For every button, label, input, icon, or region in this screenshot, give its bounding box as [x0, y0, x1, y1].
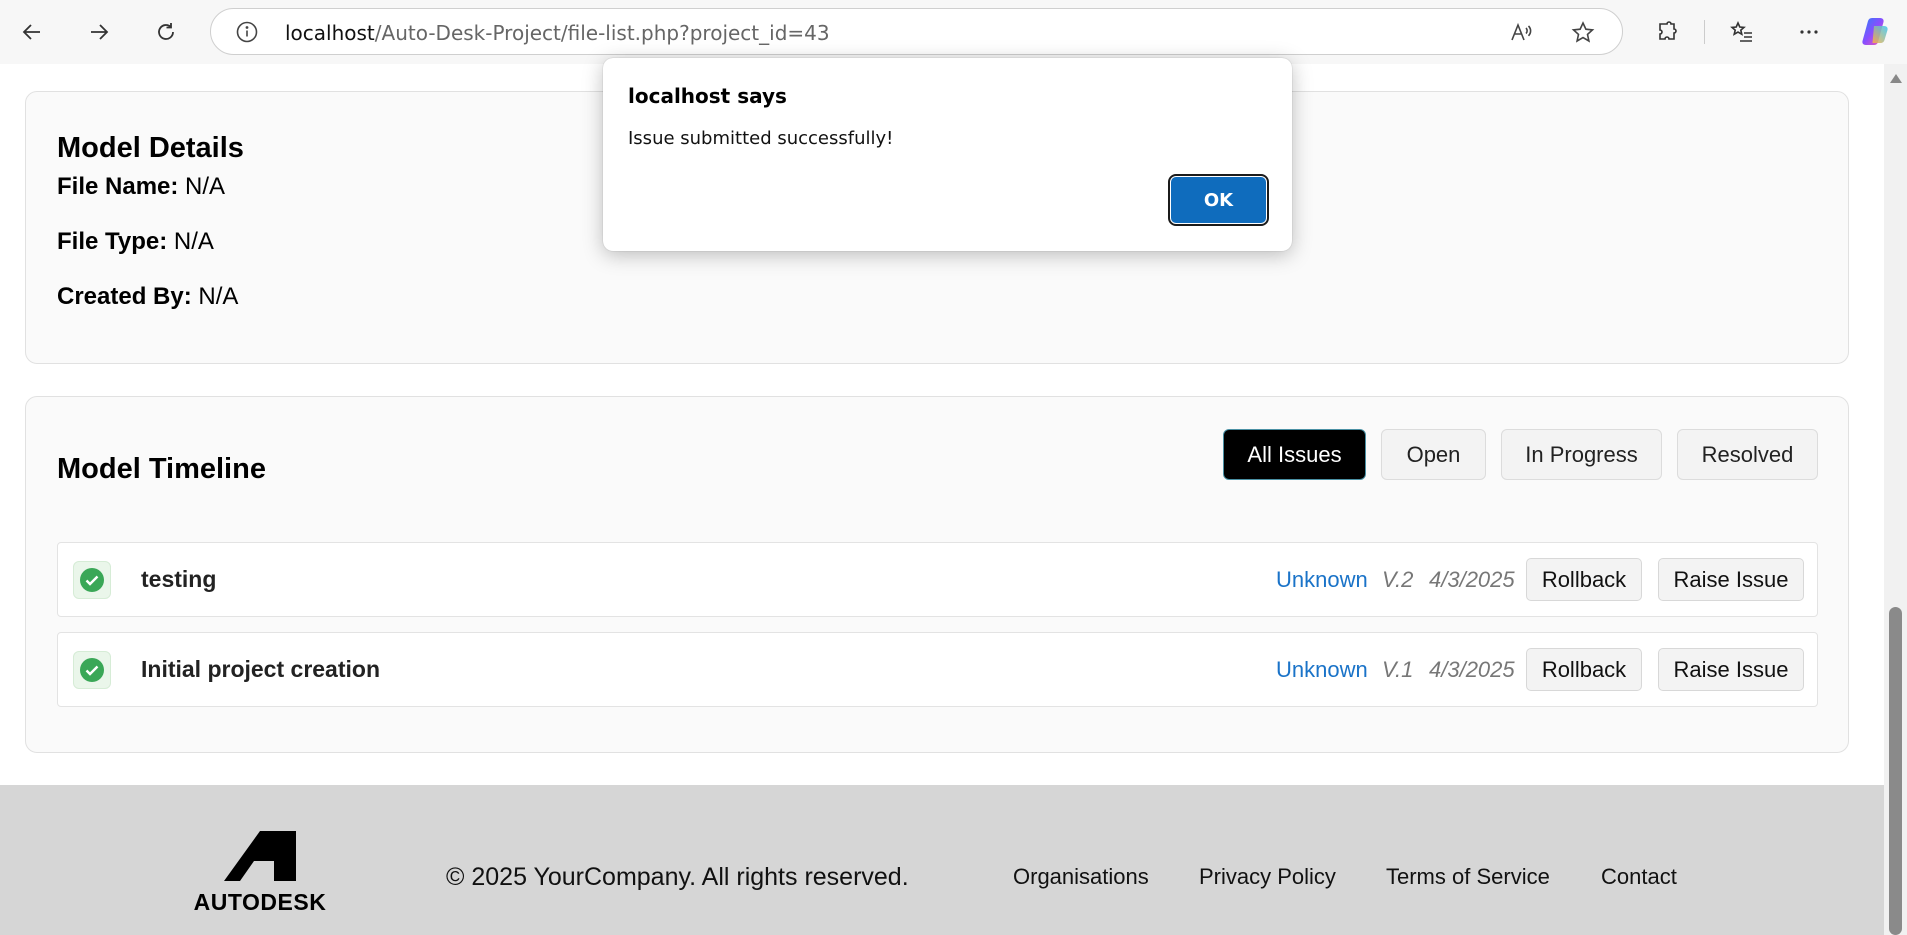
model-timeline-card: Model Timeline All Issues Open In Progre…	[25, 396, 1849, 753]
page-footer: AUTODESK © 2025 YourCompany. All rights …	[0, 785, 1884, 935]
address-bar[interactable]: localhost/Auto-Desk-Project/file-list.ph…	[210, 8, 1623, 55]
raise-issue-button[interactable]: Raise Issue	[1658, 648, 1804, 691]
footer-link-privacy-policy[interactable]: Privacy Policy	[1199, 864, 1336, 890]
timeline-row: testing Unknown V.2 4/3/2025 Rollback Ra…	[57, 542, 1818, 617]
read-aloud-icon[interactable]	[1508, 20, 1534, 46]
check-circle-icon	[73, 651, 111, 689]
footer-link-organisations[interactable]: Organisations	[1013, 864, 1149, 890]
copilot-icon[interactable]	[1858, 14, 1892, 48]
footer-link-terms-of-service[interactable]: Terms of Service	[1386, 864, 1550, 890]
created-by-line: Created By: N/A	[57, 283, 238, 311]
file-type-label: File Type:	[57, 228, 168, 255]
url-path: /Auto-Desk-Project/file-list.php?project…	[374, 21, 830, 45]
model-timeline-title: Model Timeline	[57, 453, 266, 485]
file-name-label: File Name:	[57, 173, 179, 200]
autodesk-logo-icon	[224, 831, 296, 881]
created-by-value: N/A	[198, 283, 239, 310]
filter-in-progress-button[interactable]: In Progress	[1501, 429, 1662, 480]
scroll-up-arrow-icon[interactable]	[1890, 74, 1902, 83]
row-date: 4/3/2025	[1429, 567, 1515, 592]
row-version: V.2	[1382, 567, 1414, 592]
vertical-scrollbar[interactable]	[1884, 64, 1907, 935]
info-icon[interactable]	[235, 20, 259, 44]
dialog-message: Issue submitted successfully!	[628, 128, 894, 149]
dialog-title: localhost says	[628, 84, 787, 108]
file-name-line: File Name: N/A	[57, 173, 225, 201]
filter-resolved-button[interactable]: Resolved	[1677, 429, 1818, 480]
favorite-star-icon[interactable]	[1570, 20, 1596, 46]
footer-link-contact[interactable]: Contact	[1601, 864, 1677, 890]
file-type-value: N/A	[173, 228, 214, 255]
row-title: testing	[141, 566, 217, 592]
raise-issue-button[interactable]: Raise Issue	[1658, 558, 1804, 601]
row-title: Initial project creation	[141, 656, 380, 682]
favorites-list-icon[interactable]	[1724, 14, 1760, 50]
refresh-icon[interactable]	[148, 14, 184, 50]
extensions-icon[interactable]	[1649, 14, 1685, 50]
row-date: 4/3/2025	[1429, 657, 1515, 682]
scrollbar-thumb[interactable]	[1889, 607, 1902, 935]
row-author-link[interactable]: Unknown	[1276, 657, 1368, 683]
autodesk-logo-text: AUTODESK	[193, 889, 327, 915]
file-type-line: File Type: N/A	[57, 228, 214, 256]
toolbar-divider	[1704, 20, 1705, 44]
rollback-button[interactable]: Rollback	[1526, 558, 1642, 601]
ok-button[interactable]: OK	[1168, 174, 1269, 226]
model-details-title: Model Details	[57, 132, 244, 164]
timeline-row: Initial project creation Unknown V.1 4/3…	[57, 632, 1818, 707]
filter-open-button[interactable]: Open	[1381, 429, 1486, 480]
filter-all-issues-button[interactable]: All Issues	[1223, 429, 1366, 480]
url-text[interactable]: localhost/Auto-Desk-Project/file-list.ph…	[285, 21, 830, 45]
created-by-label: Created By:	[57, 283, 192, 310]
footer-copyright: © 2025 YourCompany. All rights reserved.	[446, 863, 909, 891]
row-version: V.1	[1382, 657, 1414, 682]
alert-dialog: localhost says Issue submitted successfu…	[603, 58, 1292, 251]
autodesk-logo[interactable]: AUTODESK	[186, 831, 334, 916]
more-icon[interactable]	[1791, 14, 1827, 50]
check-circle-icon	[73, 561, 111, 599]
file-name-value: N/A	[185, 173, 226, 200]
url-host: localhost	[285, 21, 375, 45]
row-author-link[interactable]: Unknown	[1276, 567, 1368, 593]
forward-arrow-icon[interactable]	[81, 14, 117, 50]
rollback-button[interactable]: Rollback	[1526, 648, 1642, 691]
browser-toolbar: localhost/Auto-Desk-Project/file-list.ph…	[0, 0, 1907, 64]
back-arrow-icon[interactable]	[14, 14, 50, 50]
